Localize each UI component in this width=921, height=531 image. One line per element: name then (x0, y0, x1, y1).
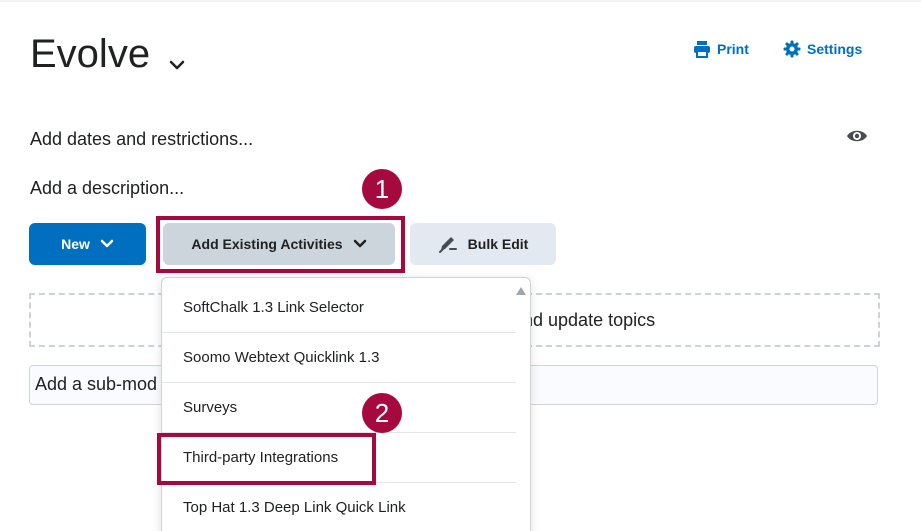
step-callout-2: 2 (362, 393, 402, 433)
new-button[interactable]: New (29, 223, 146, 265)
settings-label: Settings (807, 41, 863, 57)
eye-icon[interactable] (846, 128, 868, 144)
menu-item-soomo[interactable]: Soomo Webtext Quicklink 1.3 (162, 333, 516, 383)
settings-button[interactable]: Settings (783, 40, 862, 58)
add-existing-activities-menu: SoftChalk 1.3 Link Selector Soomo Webtex… (161, 277, 531, 531)
print-label: Print (717, 41, 749, 57)
gear-icon (783, 40, 801, 58)
menu-item-surveys[interactable]: Surveys (162, 383, 516, 433)
menu-item-label: Soomo Webtext Quicklink 1.3 (183, 349, 380, 366)
menu-item-softchalk[interactable]: SoftChalk 1.3 Link Selector (162, 283, 516, 333)
highlight-box (157, 433, 376, 485)
printer-icon (694, 41, 710, 58)
bulk-edit-button[interactable]: Bulk Edit (410, 223, 556, 265)
chevron-down-icon[interactable] (168, 58, 186, 72)
menu-item-label: Surveys (183, 399, 238, 416)
menu-item-label: SoftChalk 1.3 Link Selector (183, 299, 364, 316)
top-divider (0, 0, 921, 2)
step-callout-1: 1 (362, 169, 402, 209)
new-button-label: New (61, 236, 90, 252)
content-page: Evolve Print Settings Add dates and rest… (0, 0, 921, 531)
drop-zone-text: nd update topics (523, 310, 656, 330)
highlight-box (156, 216, 405, 273)
bulk-edit-label: Bulk Edit (467, 236, 529, 252)
add-dates-restrictions-link[interactable]: Add dates and restrictions... (30, 129, 253, 150)
pencil-icon (438, 237, 457, 253)
add-sub-module-text: Add a sub-mod (35, 374, 158, 394)
scroll-up-arrow[interactable] (516, 287, 526, 295)
menu-item-label: Top Hat 1.3 Deep Link Quick Link (183, 499, 406, 516)
add-description-link[interactable]: Add a description... (30, 178, 184, 199)
print-button[interactable]: Print (693, 40, 749, 58)
menu-item-top-hat[interactable]: Top Hat 1.3 Deep Link Quick Link (162, 483, 516, 531)
module-title: Evolve (30, 32, 151, 76)
chevron-down-icon (100, 239, 114, 248)
